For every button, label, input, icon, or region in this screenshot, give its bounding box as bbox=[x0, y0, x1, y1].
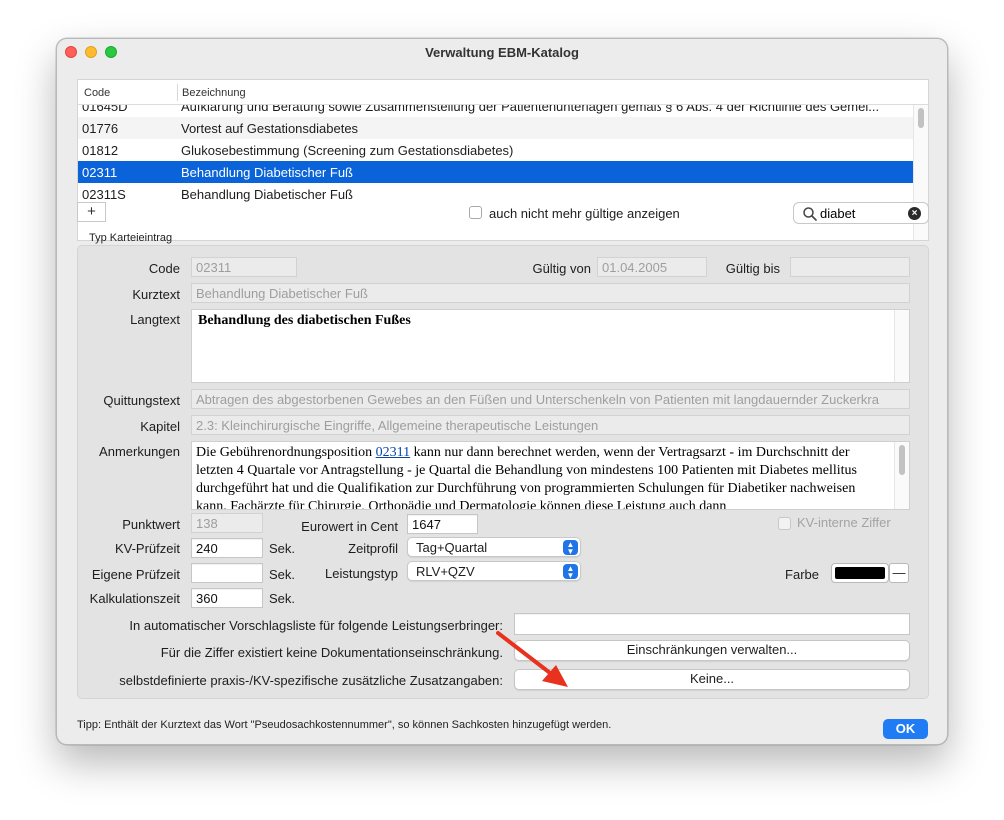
anmerkungen-text-start: Die Gebührenordnungsposition bbox=[196, 445, 376, 460]
cell-code: 01812 bbox=[82, 143, 119, 158]
vorschlag-label: In automatischer Vorschlagsliste für fol… bbox=[129, 618, 503, 633]
remove-color-button[interactable]: — bbox=[889, 563, 909, 583]
eurowert-label: Eurowert in Cent bbox=[301, 519, 398, 534]
kapitel-label: Kapitel bbox=[140, 419, 180, 434]
search-field[interactable]: × bbox=[793, 202, 929, 224]
ok-button[interactable]: OK bbox=[883, 719, 928, 739]
cell-bezeichnung: Aufklärung und Beratung sowie Zusammenst… bbox=[181, 105, 880, 114]
cell-bezeichnung: Glukosebestimmung (Screening zum Gestati… bbox=[181, 143, 514, 158]
einschraenkungen-verwalten-button[interactable]: Einschränkungen verwalten... bbox=[514, 640, 910, 661]
search-input[interactable] bbox=[820, 206, 900, 221]
column-header-code[interactable]: Code bbox=[84, 87, 110, 99]
cell-code: 02311 bbox=[82, 165, 118, 180]
eurowert-field[interactable]: 1647 bbox=[407, 514, 478, 534]
table-row[interactable]: 02311S Behandlung Diabetischer Fuß bbox=[78, 183, 914, 205]
sek-unit: Sek. bbox=[269, 567, 296, 582]
cell-code: 02311S bbox=[82, 187, 126, 202]
annotation-arrow-icon bbox=[496, 631, 568, 687]
column-divider bbox=[177, 84, 178, 101]
doku-label: Für die Ziffer existiert keine Dokumenta… bbox=[160, 645, 503, 660]
gueltig-von-field[interactable]: 01.04.2005 bbox=[597, 257, 707, 277]
punktwert-field[interactable]: 138 bbox=[191, 513, 263, 533]
cell-code: 01645D bbox=[82, 105, 128, 114]
cell-bezeichnung: Behandlung Diabetischer Fuß bbox=[181, 165, 353, 180]
eigene-pruefzeit-field[interactable] bbox=[191, 563, 263, 583]
anmerkungen-link-02311[interactable]: 02311 bbox=[376, 445, 410, 460]
window-title: Verwaltung EBM-Katalog bbox=[425, 45, 579, 60]
langtext-content: Behandlung des diabetischen Fußes bbox=[198, 313, 411, 328]
ebm-catalog-window: Verwaltung EBM-Katalog Code Bezeichnung … bbox=[56, 38, 948, 745]
kalkulationszeit-label: Kalkulationszeit bbox=[89, 591, 180, 606]
kapitel-field[interactable]: 2.3: Kleinchirurgische Eingriffe, Allgem… bbox=[191, 415, 910, 435]
title-bar: Verwaltung EBM-Katalog bbox=[57, 39, 947, 67]
column-header-bezeichnung[interactable]: Bezeichnung bbox=[182, 87, 246, 99]
anmerkungen-area[interactable]: Die Gebührenordnungsposition 02311 kann … bbox=[191, 441, 910, 510]
kalkulationszeit-field[interactable]: 360 bbox=[191, 588, 263, 608]
search-icon bbox=[803, 207, 817, 221]
leistungstyp-value: RLV+QZV bbox=[416, 564, 475, 579]
langtext-label: Langtext bbox=[130, 312, 180, 327]
farbe-color-well[interactable] bbox=[831, 563, 889, 583]
scrollbar-thumb[interactable] bbox=[899, 445, 905, 475]
show-invalid-checkbox[interactable] bbox=[469, 206, 482, 219]
farbe-label: Farbe bbox=[785, 567, 819, 582]
table-row[interactable]: 01812 Glukosebestimmung (Screening zum G… bbox=[78, 139, 914, 161]
punktwert-label: Punktwert bbox=[122, 517, 180, 532]
kurztext-label: Kurztext bbox=[132, 287, 180, 302]
sek-unit: Sek. bbox=[269, 541, 296, 556]
sek-unit: Sek. bbox=[269, 591, 296, 606]
footer-tip: Tipp: Enthält der Kurztext das Wort "Pse… bbox=[77, 719, 612, 731]
gueltig-von-label: Gültig von bbox=[532, 261, 591, 276]
langtext-area[interactable]: Behandlung des diabetischen Fußes bbox=[191, 309, 910, 383]
zusatzangaben-button[interactable]: Keine... bbox=[514, 669, 910, 690]
leistungstyp-select[interactable]: RLV+QZV ▲ ▼ bbox=[407, 561, 581, 581]
table-header: Code Bezeichnung bbox=[78, 80, 928, 105]
code-field[interactable]: 02311 bbox=[191, 257, 297, 277]
add-entry-button[interactable]: + bbox=[77, 202, 106, 222]
eigene-pruefzeit-label: Eigene Prüfzeit bbox=[91, 567, 180, 582]
anmerkungen-content: Die Gebührenordnungsposition 02311 kann … bbox=[196, 444, 888, 509]
quittungstext-field[interactable]: Abtragen des abgestorbenen Gewebes an de… bbox=[191, 389, 910, 409]
kv-interne-label[interactable]: KV-interne Ziffer bbox=[797, 515, 891, 530]
langtext-scrollbar[interactable] bbox=[894, 310, 909, 382]
leistungstyp-label: Leistungstyp bbox=[325, 566, 398, 581]
anmerkungen-scrollbar[interactable] bbox=[894, 442, 909, 509]
clear-search-icon[interactable]: × bbox=[908, 207, 921, 220]
table-row[interactable]: 01645D Aufklärung und Beratung sowie Zus… bbox=[78, 105, 914, 117]
cell-code: 01776 bbox=[82, 121, 119, 136]
chevron-updown-icon: ▲ ▼ bbox=[563, 540, 578, 556]
zusatz-label: selbstdefinierte praxis-/KV-spezifische … bbox=[119, 673, 503, 688]
table-row[interactable]: 01776 Vortest auf Gestationsdiabetes bbox=[78, 117, 914, 139]
zeitprofil-select[interactable]: Tag+Quartal ▲ ▼ bbox=[407, 537, 581, 557]
cell-bezeichnung: Behandlung Diabetischer Fuß bbox=[181, 187, 353, 202]
zeitprofil-value: Tag+Quartal bbox=[416, 540, 488, 555]
scrollbar-thumb[interactable] bbox=[918, 108, 924, 128]
table-row-selected[interactable]: 02311 Behandlung Diabetischer Fuß bbox=[78, 161, 914, 183]
vorschlag-field[interactable] bbox=[514, 613, 910, 635]
zeitprofil-label: Zeitprofil bbox=[348, 541, 398, 556]
gueltig-bis-field[interactable] bbox=[790, 257, 910, 277]
color-swatch bbox=[835, 567, 885, 579]
code-label: Code bbox=[148, 261, 180, 276]
group-title: Typ Karteieintrag bbox=[89, 232, 173, 244]
anmerkungen-label: Anmerkungen bbox=[99, 444, 180, 459]
kurztext-field[interactable]: Behandlung Diabetischer Fuß bbox=[191, 283, 910, 303]
kv-pruefzeit-label: KV-Prüfzeit bbox=[114, 541, 180, 556]
kv-interne-checkbox[interactable] bbox=[778, 517, 791, 530]
show-invalid-label[interactable]: auch nicht mehr gültige anzeigen bbox=[489, 206, 680, 221]
chevron-updown-icon: ▲ ▼ bbox=[563, 564, 578, 580]
cell-bezeichnung: Vortest auf Gestationsdiabetes bbox=[181, 121, 359, 136]
quittungstext-label: Quittungstext bbox=[103, 393, 180, 408]
kv-pruefzeit-field[interactable]: 240 bbox=[191, 538, 263, 558]
gueltig-bis-label: Gültig bis bbox=[725, 261, 780, 276]
